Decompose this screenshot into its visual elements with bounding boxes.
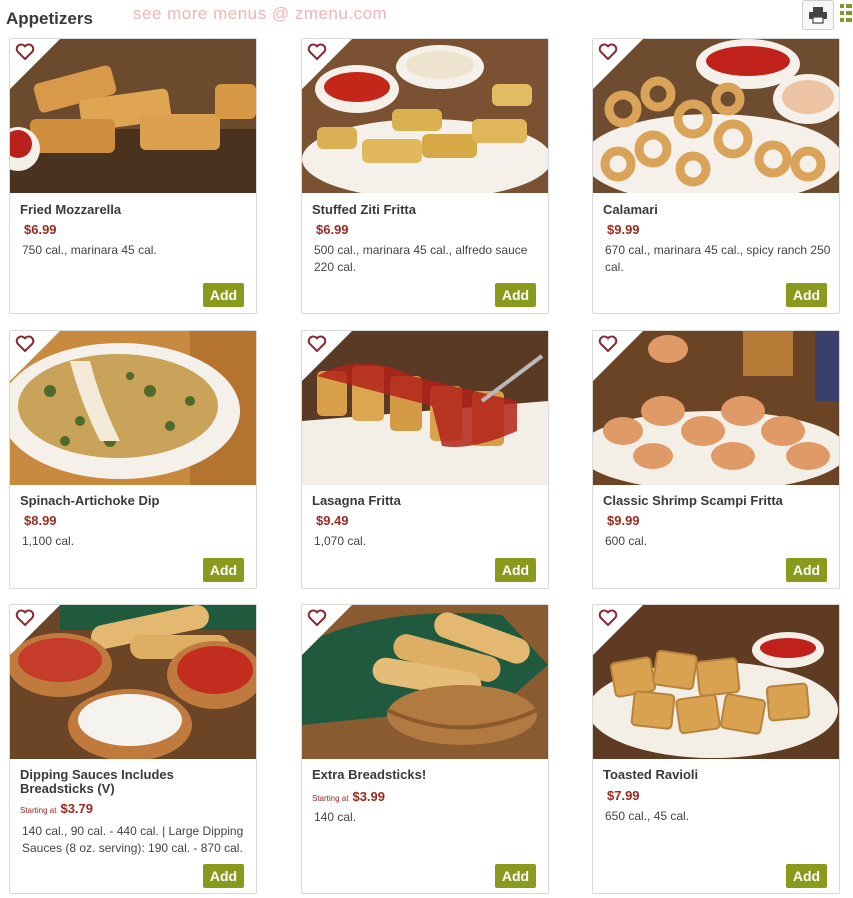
item-name: Extra Breadsticks! [312,767,427,782]
favorite-button[interactable] [15,609,35,627]
favorite-button[interactable] [307,609,327,627]
watermark-text: see more menus @ zmenu.com [133,4,388,23]
grid-icon [840,4,852,22]
top-bar: Appetizers see more menus @ zmenu.com [0,0,853,36]
favorite-button[interactable] [307,43,327,61]
price-value: $8.99 [24,513,57,528]
add-button[interactable]: Add [786,864,827,888]
item-name: Stuffed Ziti Fritta [312,202,416,217]
item-name: Classic Shrimp Scampi Fritta [603,493,783,508]
item-price: Starting at $3.79 [20,801,93,816]
section-title: Appetizers [6,9,93,28]
item-name: Spinach-Artichoke Dip [20,493,160,508]
price-value: $7.99 [607,788,640,803]
heart-icon [598,335,618,352]
menu-card[interactable]: Lasagna Fritta $9.49 1,070 cal. Add [301,330,549,589]
item-name: Calamari [603,202,658,217]
item-price: $6.99 [312,222,349,237]
item-name: Lasagna Fritta [312,493,401,508]
heart-icon [15,335,35,352]
heart-icon [307,43,327,60]
item-name: Toasted Ravioli [603,767,699,782]
heart-icon [598,43,618,60]
menu-card[interactable]: Calamari $9.99 670 cal., marinara 45 cal… [592,38,840,314]
starting-at-label: Starting at [20,806,57,815]
item-calories: 1,100 cal. [22,534,75,548]
price-value: $3.79 [60,801,94,816]
heart-icon [598,609,618,626]
price-value: $3.99 [352,789,386,804]
add-button[interactable]: Add [495,558,536,582]
item-calories: 500 cal., marinara 45 cal., alfredo sauc… [314,243,528,274]
menu-card[interactable]: Dipping Sauces Includes Breadsticks (V) … [9,604,257,894]
price-value: $9.99 [607,513,640,528]
add-button[interactable]: Add [203,283,244,307]
item-name: Fried Mozzarella [20,202,122,217]
item-calories: 600 cal. [605,534,648,548]
menu-card[interactable]: Spinach-Artichoke Dip $8.99 1,100 cal. A… [9,330,257,589]
price-value: $6.99 [24,222,57,237]
price-value: $9.99 [607,222,640,237]
add-button[interactable]: Add [203,864,244,888]
add-button[interactable]: Add [495,864,536,888]
starting-at-label: Starting at [312,794,349,803]
item-price: $9.99 [603,222,640,237]
menu-card[interactable]: Classic Shrimp Scampi Fritta $9.99 600 c… [592,330,840,589]
favorite-button[interactable] [598,43,618,61]
menu-card[interactable]: Fried Mozzarella $6.99 750 cal., marinar… [9,38,257,314]
item-calories: 140 cal., 90 cal. - 440 cal. | Large Dip… [22,824,244,855]
favorite-button[interactable] [598,335,618,353]
item-name: Dipping Sauces Includes Breadsticks (V) [20,767,174,796]
print-button[interactable] [802,0,834,30]
heart-icon [15,609,35,626]
heart-icon [15,43,35,60]
add-button[interactable]: Add [786,558,827,582]
view-toggle-button[interactable] [839,2,853,26]
favorite-button[interactable] [598,609,618,627]
add-button[interactable]: Add [203,558,244,582]
item-price: $6.99 [20,222,57,237]
item-price: $9.49 [312,513,349,528]
item-calories: 670 cal., marinara 45 cal., spicy ranch … [605,243,831,274]
heart-icon [307,609,327,626]
price-value: $6.99 [316,222,349,237]
item-calories: 750 cal., marinara 45 cal. [22,243,157,257]
menu-card[interactable]: Extra Breadsticks! Starting at $3.99 140 … [301,604,549,894]
favorite-button[interactable] [307,335,327,353]
add-button[interactable]: Add [495,283,536,307]
item-price: $7.99 [603,788,640,803]
printer-icon [809,7,827,24]
heart-icon [307,335,327,352]
menu-card[interactable]: Stuffed Ziti Fritta $6.99 500 cal., mari… [301,38,549,314]
favorite-button[interactable] [15,43,35,61]
item-price: $8.99 [20,513,57,528]
item-calories: 1,070 cal. [314,534,367,548]
menu-card[interactable]: Toasted Ravioli $7.99 650 cal., 45 cal. … [592,604,840,894]
item-price: $9.99 [603,513,640,528]
favorite-button[interactable] [15,335,35,353]
price-value: $9.49 [316,513,349,528]
add-button[interactable]: Add [786,283,827,307]
item-calories: 140 cal. [314,810,357,824]
item-calories: 650 cal., 45 cal. [605,809,690,823]
item-price: Starting at $3.99 [312,789,385,804]
